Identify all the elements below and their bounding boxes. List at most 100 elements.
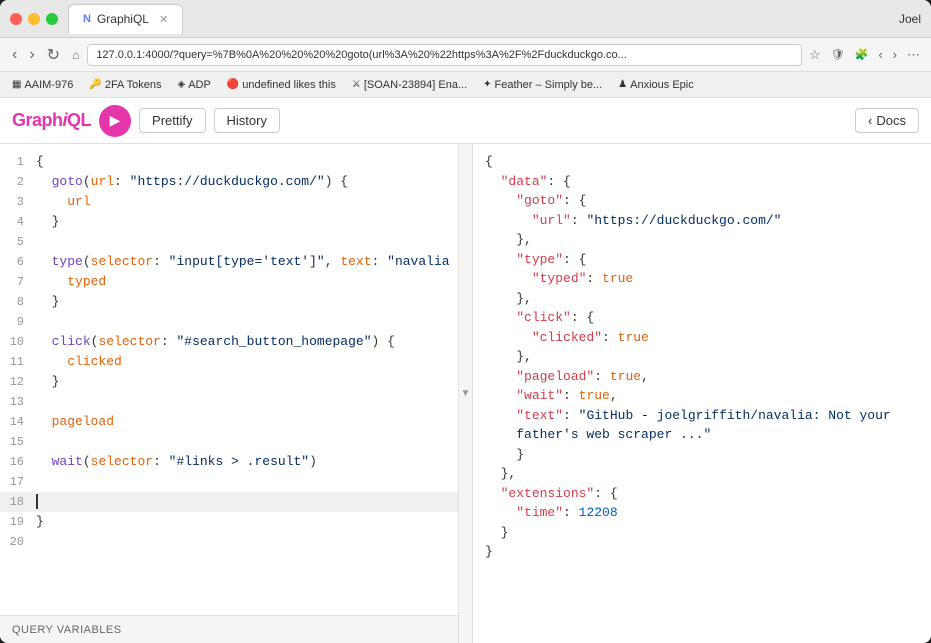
line-number: 17 — [0, 472, 32, 492]
line-number: 12 — [0, 372, 32, 392]
bookmark-aaim[interactable]: ▦ AAIM-976 — [8, 78, 77, 92]
maximize-button[interactable] — [46, 13, 58, 25]
docs-label: Docs — [876, 113, 906, 128]
docs-button[interactable]: ‹ Docs — [855, 108, 919, 133]
bookmark-anxious[interactable]: ♟ Anxious Epic — [614, 78, 698, 92]
active-tab[interactable]: N GraphiQL ✕ — [68, 4, 183, 34]
result-line: }, — [485, 347, 919, 367]
bookmark-feather[interactable]: ✦ Feather – Simply be... — [479, 78, 606, 92]
refresh-button[interactable]: ↻ — [43, 43, 64, 67]
code-line-2: 2 goto(url: "https://duckduckgo.com/") { — [0, 172, 458, 192]
line-number: 14 — [0, 412, 32, 432]
code-line-17: 17 — [0, 472, 458, 492]
code-line-20: 20 — [0, 532, 458, 552]
bookmark-adp[interactable]: ◈ ADP — [174, 78, 215, 92]
circle-icon: 🔴 — [227, 79, 239, 90]
line-content: url — [32, 192, 458, 212]
line-content: clicked — [32, 352, 458, 372]
code-line-19: 19 } — [0, 512, 458, 532]
bookmark-2fa-label: 2FA Tokens — [105, 79, 162, 91]
docs-chevron-icon: ‹ — [868, 113, 872, 128]
query-variables-bar[interactable]: QUERY VARIABLES — [0, 615, 458, 643]
bookmark-star-icon[interactable]: ☆ — [806, 45, 824, 65]
shield-icon[interactable]: 🛡 — [828, 46, 848, 63]
home-button[interactable]: ⌂ — [68, 46, 83, 64]
more-menu-icon[interactable]: ⋯ — [904, 45, 923, 65]
aaim-icon: ▦ — [12, 79, 21, 90]
result-line: "extensions": { — [485, 484, 919, 504]
code-line-11: 11 clicked — [0, 352, 458, 372]
result-line: "type": { — [485, 250, 919, 270]
editor-area: 1 { 2 goto(url: "https://duckduckgo.com/… — [0, 144, 931, 643]
line-number: 6 — [0, 252, 32, 272]
forward-nav-icon[interactable]: › — [890, 45, 900, 64]
navbar: ‹ › ↻ ⌂ ☆ 🛡 🧩 ‹ › ⋯ — [0, 38, 931, 72]
bookmark-adp-label: ADP — [188, 79, 211, 91]
chevron-right-icon: ▼ — [461, 388, 471, 399]
extension-icon[interactable]: 🧩 — [852, 46, 872, 63]
line-number: 20 — [0, 532, 32, 552]
line-content: pageload — [32, 412, 458, 432]
traffic-lights — [10, 13, 58, 25]
line-number: 8 — [0, 292, 32, 312]
tab-title: GraphiQL — [97, 12, 149, 26]
user-name: Joel — [899, 12, 921, 26]
graphiql-title: GraphiQL — [12, 110, 91, 131]
code-line-18: 18 — [0, 492, 458, 512]
url-bar[interactable] — [87, 44, 802, 66]
code-line-4: 4 } — [0, 212, 458, 232]
bookmark-soan[interactable]: ⚔ [SOAN-23894] Ena... — [348, 78, 471, 92]
anxious-icon: ♟ — [618, 79, 627, 90]
line-number: 1 — [0, 152, 32, 172]
code-line-5: 5 — [0, 232, 458, 252]
minimize-button[interactable] — [28, 13, 40, 25]
result-line: "click": { — [485, 308, 919, 328]
pane-divider[interactable]: ▼ — [459, 144, 473, 643]
result-pane: { "data": { "goto": { "url": "https://du… — [473, 144, 931, 643]
code-line-1: 1 { — [0, 152, 458, 172]
line-content: } — [32, 512, 458, 532]
result-line: "text": "GitHub - joelgriffith/navalia: … — [485, 406, 919, 426]
back-button[interactable]: ‹ — [8, 44, 21, 66]
line-content — [32, 232, 458, 252]
close-button[interactable] — [10, 13, 22, 25]
result-line: }, — [485, 230, 919, 250]
tab-favicon: N — [83, 13, 91, 25]
tab-close-icon[interactable]: ✕ — [159, 13, 168, 26]
result-line: "clicked": true — [485, 328, 919, 348]
prettify-button[interactable]: Prettify — [139, 108, 205, 133]
code-line-3: 3 url — [0, 192, 458, 212]
run-button[interactable]: ▶ — [99, 105, 131, 137]
line-content: } — [32, 292, 458, 312]
result-code: { "data": { "goto": { "url": "https://du… — [473, 144, 931, 570]
key-icon: 🔑 — [89, 79, 101, 90]
line-content: typed — [32, 272, 458, 292]
back-nav-icon[interactable]: ‹ — [875, 45, 885, 64]
line-content — [32, 532, 458, 552]
code-line-10: 10 click(selector: "#search_button_homep… — [0, 332, 458, 352]
forward-button[interactable]: › — [25, 44, 38, 66]
result-line: "typed": true — [485, 269, 919, 289]
query-editor[interactable]: 1 { 2 goto(url: "https://duckduckgo.com/… — [0, 144, 458, 615]
history-button[interactable]: History — [214, 108, 280, 133]
line-content — [32, 492, 458, 512]
line-number: 19 — [0, 512, 32, 532]
query-editor-pane: 1 { 2 goto(url: "https://duckduckgo.com/… — [0, 144, 459, 643]
line-number: 5 — [0, 232, 32, 252]
line-number: 4 — [0, 212, 32, 232]
line-content — [32, 312, 458, 332]
code-line-14: 14 pageload — [0, 412, 458, 432]
bookmark-undefined[interactable]: 🔴 undefined likes this — [223, 78, 340, 92]
adp-icon: ◈ — [178, 79, 186, 90]
line-content: } — [32, 212, 458, 232]
result-line: father's web scraper ..." — [485, 425, 919, 445]
bookmark-2fa[interactable]: 🔑 2FA Tokens — [85, 78, 165, 92]
line-content: } — [32, 372, 458, 392]
result-line: "pageload": true, — [485, 367, 919, 387]
line-number: 11 — [0, 352, 32, 372]
line-number: 3 — [0, 192, 32, 212]
line-number: 15 — [0, 432, 32, 452]
line-number: 7 — [0, 272, 32, 292]
code-line-9: 9 — [0, 312, 458, 332]
result-line: "url": "https://duckduckgo.com/" — [485, 211, 919, 231]
